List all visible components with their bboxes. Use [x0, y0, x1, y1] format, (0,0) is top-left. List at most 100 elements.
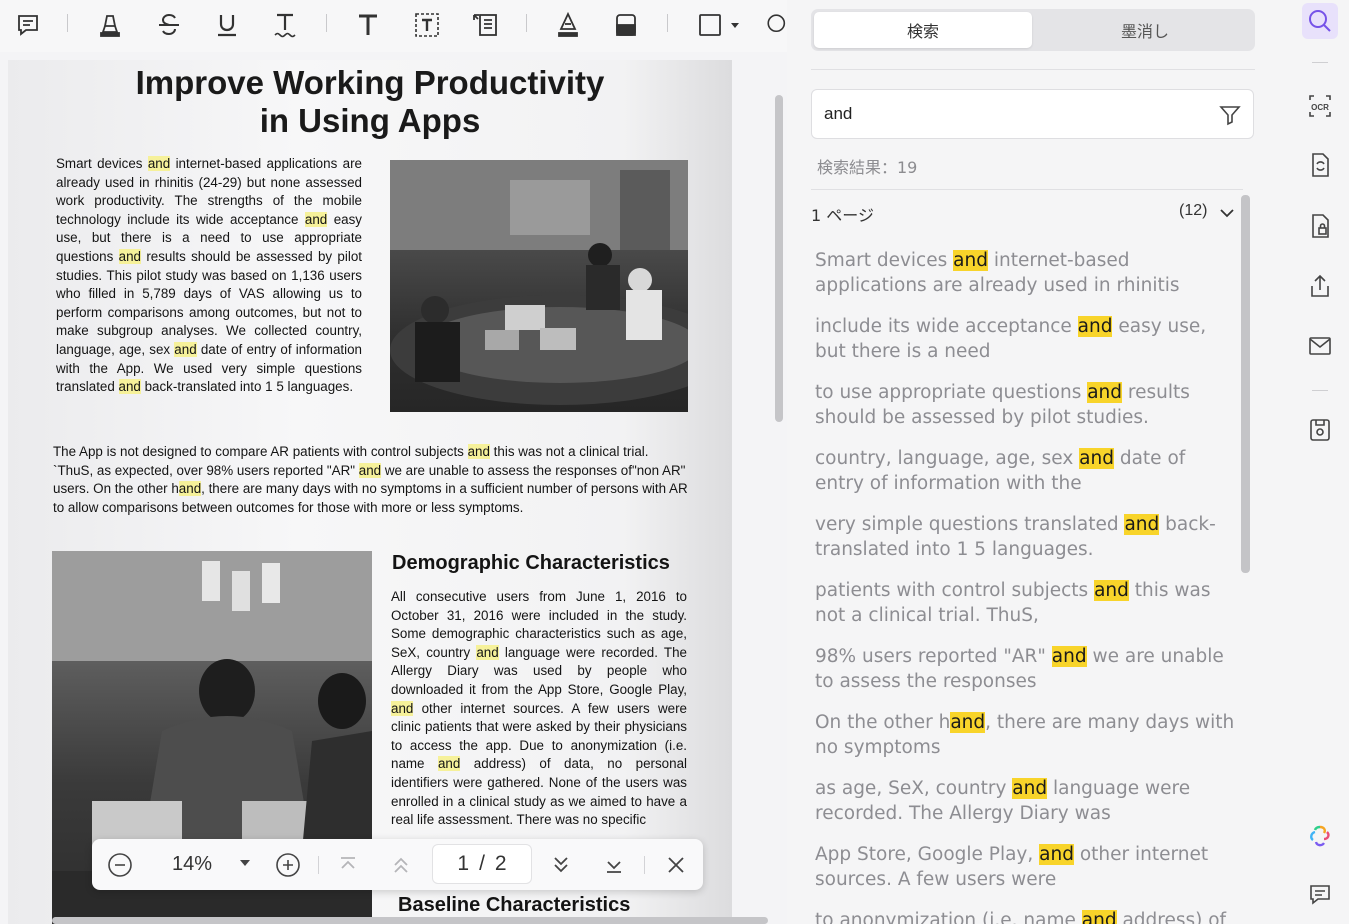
zoom-dropdown-icon[interactable]: [240, 860, 250, 866]
search-input[interactable]: [824, 102, 1204, 126]
eraser-button[interactable]: [608, 8, 644, 42]
rail-convert-button[interactable]: [1302, 147, 1338, 183]
zoom-out-icon: [108, 853, 132, 877]
underline-button[interactable]: [209, 8, 245, 42]
highlight-icon: [100, 15, 120, 37]
highlight-button[interactable]: [92, 8, 128, 42]
search-result-item[interactable]: to anonymization (i.e. name and address)…: [815, 908, 1240, 924]
pdf-page: Improve Working Productivity in Using Ap…: [8, 60, 732, 924]
search-result-item[interactable]: Smart devices and internet-based applica…: [815, 248, 1240, 298]
pencil-icon: [558, 11, 578, 37]
search-highlight: and: [147, 156, 171, 171]
last-page-button[interactable]: [598, 849, 630, 881]
page-group-header[interactable]: 1 ページ (12): [811, 199, 1234, 227]
comment-icon: [18, 15, 38, 36]
search-result-item[interactable]: include its wide acceptance and easy use…: [815, 314, 1240, 364]
text-callout-button[interactable]: [467, 8, 503, 42]
search-box: [811, 89, 1254, 139]
result-text: App Store, Google Play,: [815, 844, 1040, 865]
zoom-in-icon: [276, 853, 300, 877]
demographic-paragraph: All consecutive users from June 1, 2016 …: [391, 588, 687, 836]
annotation-toolbar: [0, 0, 787, 52]
section-heading-demographic: Demographic Characteristics: [392, 552, 670, 574]
search-result-item[interactable]: as age, SeX, country and language were r…: [815, 776, 1240, 826]
search-result-item[interactable]: patients with control subjects and this …: [815, 578, 1240, 628]
current-page: 1: [457, 852, 470, 875]
rail-search-button[interactable]: [1302, 3, 1338, 39]
page-title-line-1: Improve Working Productivity: [135, 64, 605, 101]
result-text: include its wide acceptance: [815, 316, 1078, 337]
comments-list-icon: [1310, 885, 1330, 905]
page-number-field[interactable]: 1 / 2: [432, 844, 532, 884]
text-run: The App is not designed to compare AR pa…: [53, 444, 468, 459]
zoom-in-button[interactable]: [272, 849, 304, 881]
shape-rectangle-button[interactable]: [692, 8, 728, 42]
filter-icon: [1219, 106, 1241, 126]
result-text: On the other h: [815, 712, 951, 733]
search-result-item[interactable]: 98% users reported "AR" and we are unabl…: [815, 644, 1240, 694]
mail-icon: [1309, 337, 1331, 355]
underline-icon: [218, 15, 236, 37]
tab-redact[interactable]: 墨消し: [1036, 12, 1254, 48]
next-page-button[interactable]: [545, 849, 577, 881]
text-icon: [359, 14, 377, 35]
rail-ai-assistant-button[interactable]: [1302, 818, 1338, 854]
text-button[interactable]: [350, 8, 386, 42]
zoom-level[interactable]: 14%: [162, 853, 222, 876]
result-text: address) of: [1116, 910, 1227, 924]
search-highlight: and: [467, 444, 490, 459]
protect-icon: [1312, 214, 1329, 238]
search-highlight: and: [437, 756, 461, 772]
page-navigator: 14% 1 / 2: [92, 839, 703, 890]
search-highlight: and: [174, 341, 197, 357]
zoom-out-button[interactable]: [104, 849, 136, 881]
rail-protect-button[interactable]: [1302, 208, 1338, 244]
document-horizontal-scrollbar[interactable]: [52, 917, 768, 924]
page-separator: /: [479, 852, 485, 875]
convert-icon: [1312, 153, 1329, 177]
text-box-button[interactable]: [409, 8, 445, 42]
ocr-icon: OCR: [1309, 95, 1331, 117]
result-match: and: [1039, 844, 1074, 865]
tab-search[interactable]: 検索: [814, 12, 1032, 48]
search-highlight: and: [178, 481, 202, 497]
result-match: and: [1077, 316, 1113, 337]
search-result-item[interactable]: On the other hand, there are many days w…: [815, 710, 1240, 760]
lasso-icon: [767, 14, 786, 33]
caret-down-icon: [731, 22, 739, 28]
close-navigator-button[interactable]: [660, 849, 692, 881]
last-page-icon: [607, 861, 621, 873]
text-run: results should be assessed by pilot stud…: [56, 248, 362, 357]
document-vertical-scrollbar[interactable]: [775, 95, 783, 422]
squiggly-underline-button[interactable]: [267, 8, 303, 42]
search-result-item[interactable]: country, language, age, sex and date of …: [815, 446, 1240, 496]
rail-mail-button[interactable]: [1302, 328, 1338, 364]
document-viewport[interactable]: Improve Working Productivity in Using Ap…: [0, 52, 787, 924]
rail-save-button[interactable]: [1302, 412, 1338, 448]
strikethrough-button[interactable]: [151, 8, 187, 42]
first-page-button[interactable]: [332, 849, 364, 881]
strikethrough-icon: [159, 13, 179, 36]
search-result-item[interactable]: very simple questions translated and bac…: [815, 512, 1240, 562]
rail-ocr-button[interactable]: OCR: [1302, 88, 1338, 124]
search-icon: [1309, 10, 1331, 32]
filter-button[interactable]: [1218, 103, 1242, 127]
pencil-button[interactable]: [550, 8, 586, 42]
lasso-button[interactable]: [762, 8, 787, 42]
comment-button[interactable]: [10, 8, 46, 42]
search-result-item[interactable]: App Store, Google Play, and other intern…: [815, 842, 1240, 892]
results-scrollbar[interactable]: [1241, 195, 1250, 573]
rail-share-button[interactable]: [1302, 268, 1338, 304]
result-match: and: [1124, 514, 1160, 535]
chevron-down-icon: [1220, 209, 1234, 218]
squiggly-underline-icon: [274, 13, 296, 38]
result-match: and: [1051, 646, 1087, 667]
previous-page-button[interactable]: [385, 849, 417, 881]
result-text: as age, SeX, country: [815, 778, 1013, 799]
result-text: very simple questions translated: [815, 514, 1125, 535]
result-text: to use appropriate questions: [815, 382, 1088, 403]
rail-comments-button[interactable]: [1302, 877, 1338, 913]
close-icon: [668, 857, 684, 873]
search-result-item[interactable]: to use appropriate questions and results…: [815, 380, 1240, 430]
shape-dropdown[interactable]: [726, 8, 744, 42]
